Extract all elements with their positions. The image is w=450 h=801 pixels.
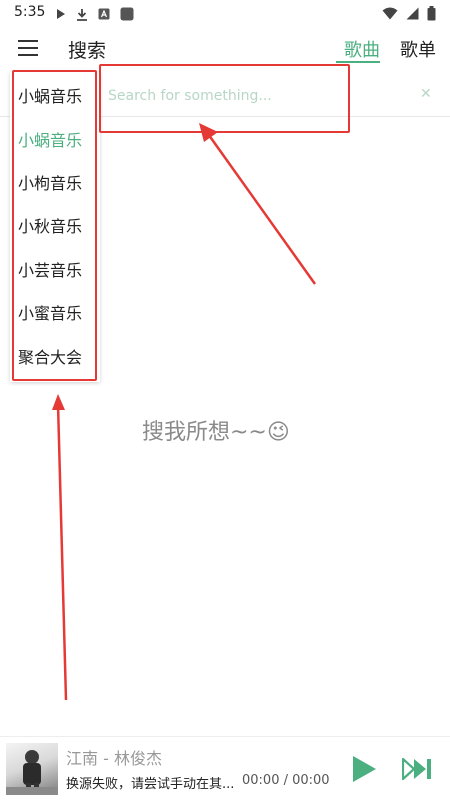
annotation-box-search: [99, 64, 350, 133]
album-cover[interactable]: [6, 743, 58, 795]
next-track-icon[interactable]: [402, 757, 434, 781]
wifi-icon: [382, 7, 398, 20]
menu-icon[interactable]: [18, 40, 38, 56]
empty-state-text: 搜我所想~~😉: [142, 420, 290, 445]
play-icon[interactable]: [350, 755, 378, 783]
status-bar: 5:35: [0, 0, 450, 28]
download-icon: [77, 8, 87, 21]
song-status-message: 换源失败，请尝试手动在其...: [66, 777, 235, 792]
battery-icon: [427, 6, 436, 21]
app-icon: [120, 7, 134, 21]
clear-search-icon[interactable]: ✕: [420, 84, 434, 104]
song-time: 00:00 / 00:00: [242, 773, 330, 788]
play-icon: [57, 9, 65, 19]
annotation-arrow-search: [199, 123, 317, 285]
song-title: 江南 - 林俊杰: [66, 749, 162, 768]
status-system-icons: [382, 6, 436, 21]
status-time: 5:35: [14, 4, 46, 20]
annotation-box-source-list: [12, 70, 97, 381]
signal-icon: [406, 7, 419, 20]
mini-player[interactable]: 江南 - 林俊杰 换源失败，请尝试手动在其... 00:00 / 00:00: [0, 736, 450, 801]
status-notification-icons: [56, 7, 134, 21]
font-icon: [98, 8, 110, 20]
page-title: 搜索: [68, 40, 107, 62]
app-toolbar: 搜索 歌曲 歌单: [0, 28, 450, 68]
tab-playlists[interactable]: 歌单: [400, 36, 436, 62]
annotation-arrow-sources: [52, 394, 68, 701]
tab-active-indicator: [336, 61, 380, 63]
tab-songs[interactable]: 歌曲: [344, 36, 380, 62]
